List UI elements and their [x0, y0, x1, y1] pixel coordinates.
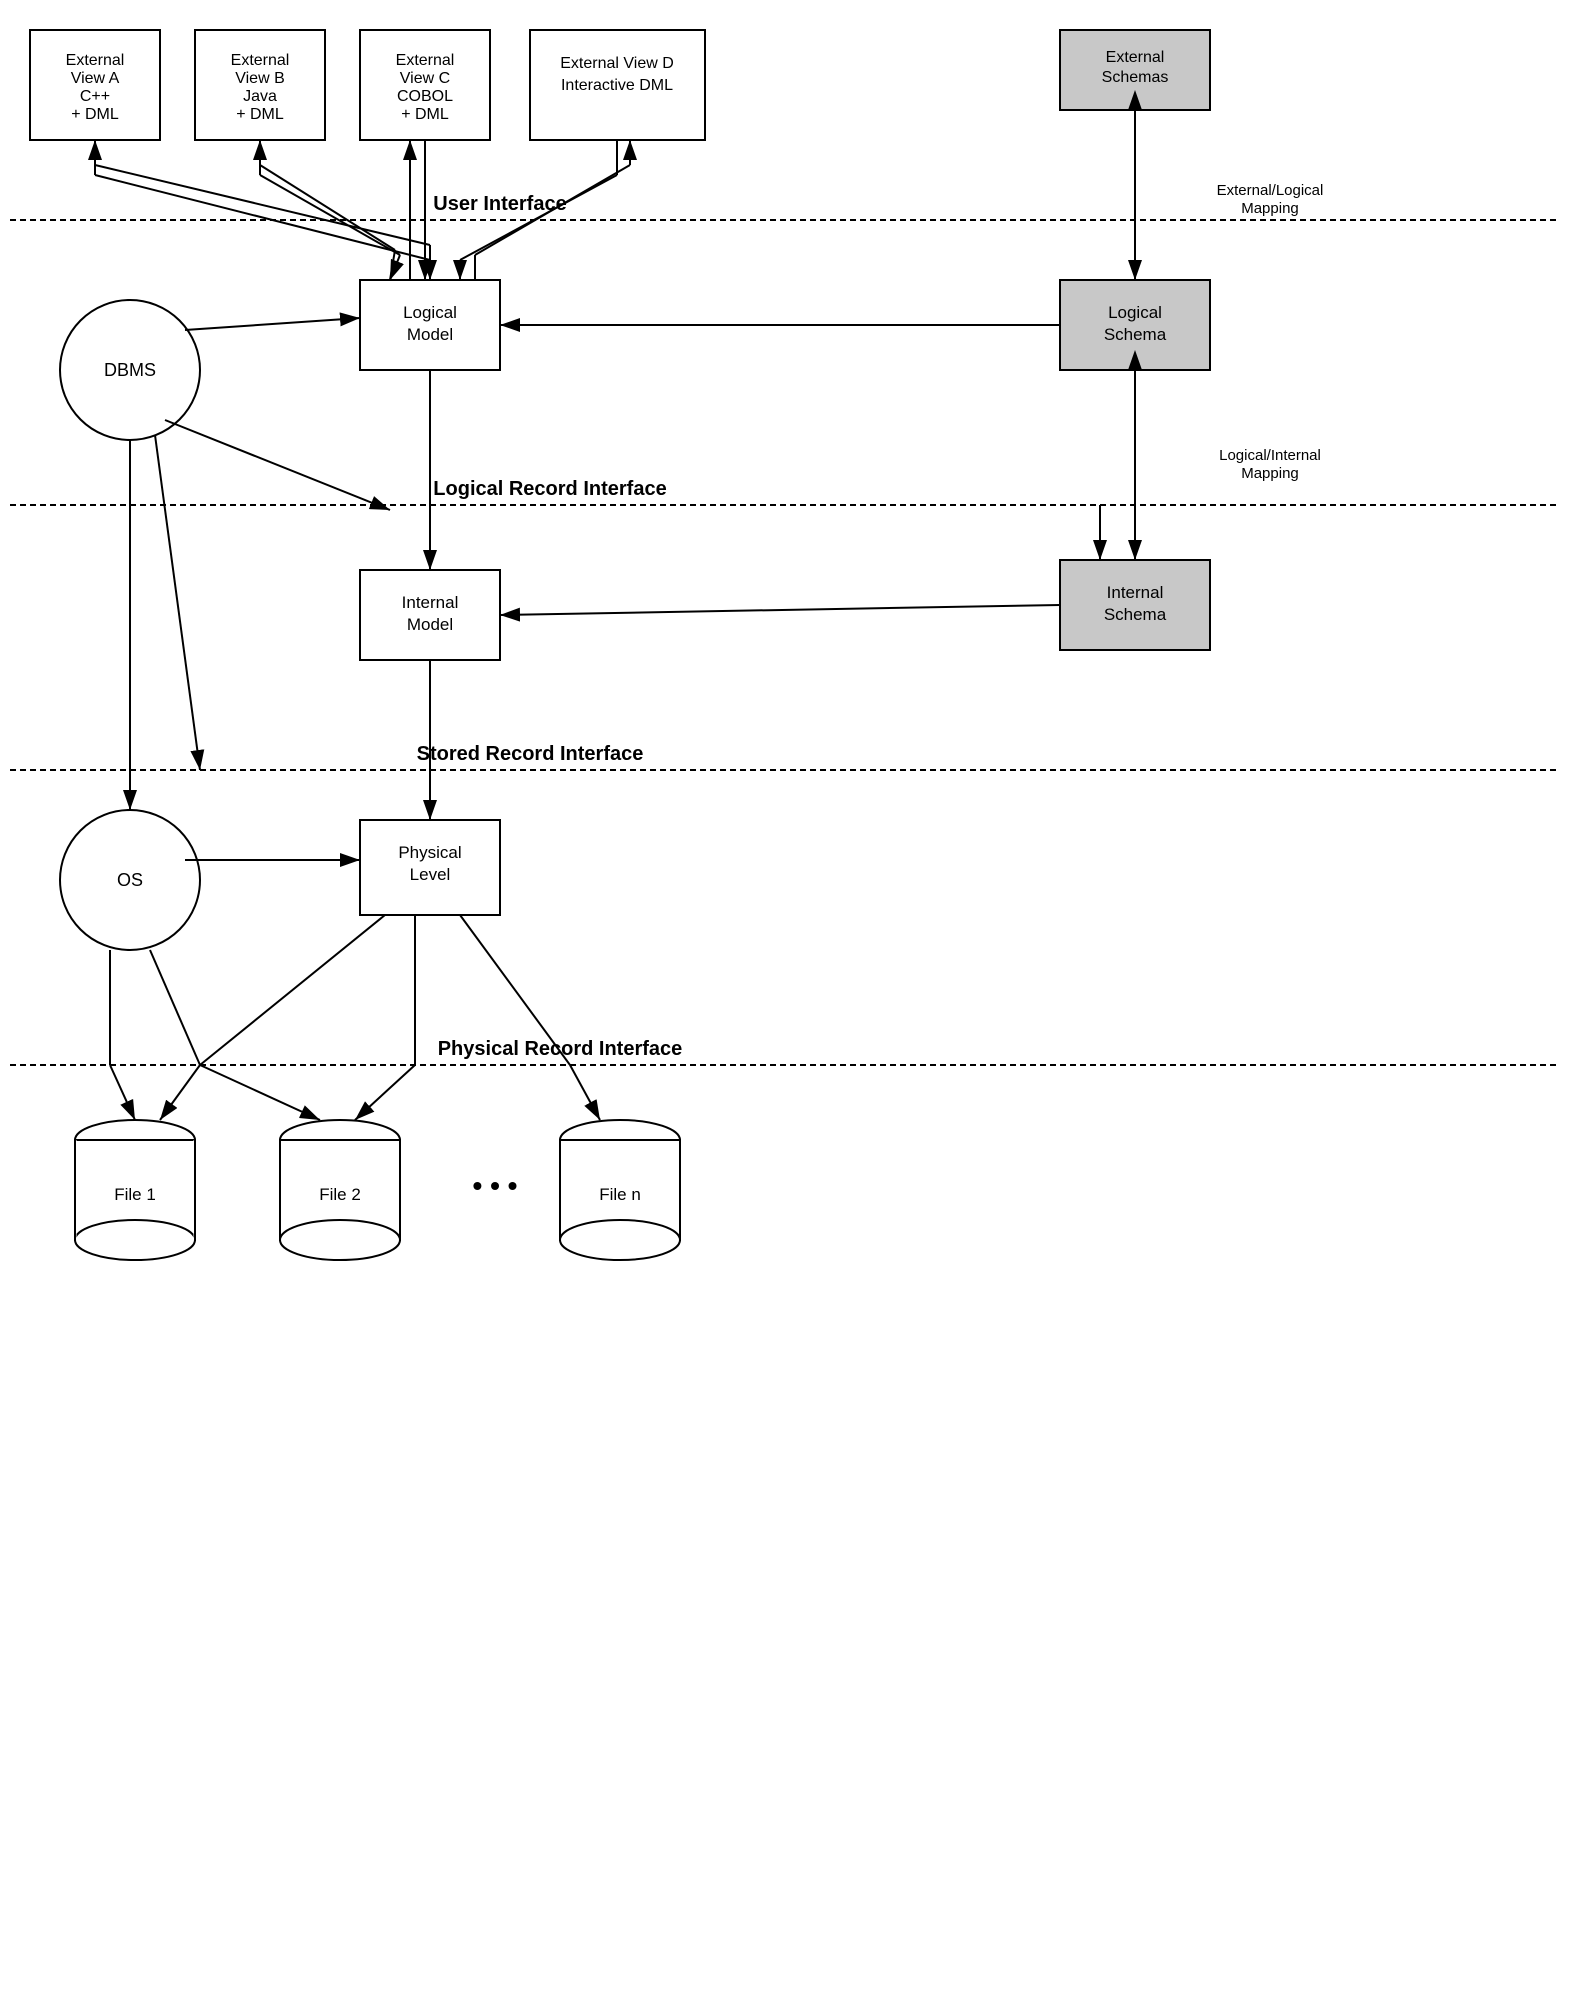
external-view-c-label4: + DML — [401, 106, 449, 123]
filen-bottom — [560, 1220, 680, 1260]
external-view-b-label: External — [231, 52, 290, 69]
external-schemas-label: External — [1106, 49, 1165, 66]
external-view-c-label2: View C — [400, 70, 450, 87]
user-interface-label: User Interface — [433, 193, 566, 215]
architecture-diagram: External View A C++ + DML External View … — [0, 0, 1572, 1999]
logical-model-label2: Model — [407, 325, 453, 344]
file2-label: File 2 — [319, 1185, 361, 1204]
external-schemas-label2: Schemas — [1102, 69, 1169, 86]
logical-schema-label: Logical — [1108, 303, 1162, 322]
physical-level-label: Physical — [398, 843, 461, 862]
file2-bottom — [280, 1220, 400, 1260]
external-view-a-label3: C++ — [80, 88, 110, 105]
dbms-to-logical-record-interface — [165, 420, 390, 510]
stored-record-interface-label: Stored Record Interface — [417, 743, 644, 765]
logical-internal-mapping-label2: Mapping — [1241, 465, 1299, 482]
internal-schema-label: Internal — [1107, 583, 1164, 602]
file1-label: File 1 — [114, 1185, 156, 1204]
physical-record-interface-label: Physical Record Interface — [438, 1038, 683, 1060]
logical-internal-mapping-label: Logical/Internal — [1219, 447, 1321, 464]
file1-bottom — [75, 1220, 195, 1260]
dbms-to-stored-record — [155, 435, 200, 770]
external-view-a-label4: + DML — [71, 106, 119, 123]
filen-label: File n — [599, 1185, 641, 1204]
dots-label: • • • — [473, 1170, 518, 1201]
internal-model-label2: Model — [407, 615, 453, 634]
external-view-c-label: External — [396, 52, 455, 69]
external-logical-mapping-label2: Mapping — [1241, 200, 1299, 217]
external-view-b-label2: View B — [235, 70, 285, 87]
dbms-to-logical-arrow — [185, 318, 360, 330]
external-view-b-label3: Java — [243, 88, 277, 105]
os-label: OS — [117, 870, 143, 890]
external-logical-mapping-label: External/Logical — [1217, 182, 1324, 199]
logical-record-interface-label: Logical Record Interface — [433, 478, 666, 500]
external-view-d-label: External View D — [560, 55, 674, 72]
external-view-a-label2: View A — [71, 70, 120, 87]
external-view-a-label: External — [66, 52, 125, 69]
external-view-b-label4: + DML — [236, 106, 284, 123]
external-view-c-label3: COBOL — [397, 88, 453, 105]
dbms-label: DBMS — [104, 360, 156, 380]
internal-schema-label2: Schema — [1104, 605, 1167, 624]
logical-model-label: Logical — [403, 303, 457, 322]
logical-schema-label2: Schema — [1104, 325, 1167, 344]
physical-level-label2: Level — [410, 865, 451, 884]
internal-schema-to-internal-model-arrow — [500, 605, 1060, 615]
internal-model-label: Internal — [402, 593, 459, 612]
diagram-container: External View A C++ + DML External View … — [0, 0, 1572, 1999]
external-view-d-label2: Interactive DML — [561, 77, 673, 94]
